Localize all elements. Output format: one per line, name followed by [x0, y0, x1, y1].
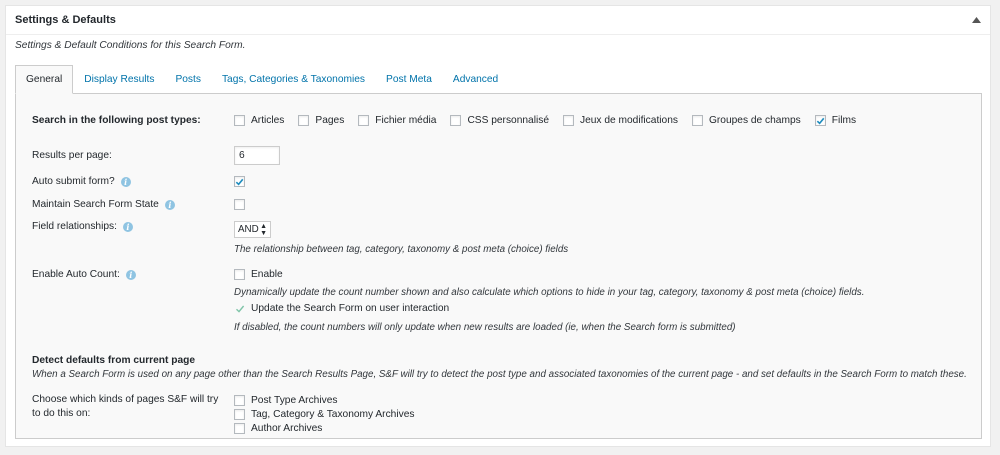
post-type-fichier-media-checkbox[interactable] [358, 115, 370, 126]
update-on-interaction-help: If disabled, the count numbers will only… [234, 322, 736, 333]
post-type-articles[interactable]: Articles [234, 115, 284, 126]
field-relationships-label: Field relationships: i [32, 221, 133, 232]
tab-post-meta[interactable]: Post Meta [376, 65, 442, 94]
settings-tabs: General Display Results Posts Tags, Cate… [15, 65, 509, 94]
post-type-pages-checkbox[interactable] [298, 115, 310, 126]
taxonomy-archives-checkbox[interactable] [234, 409, 245, 420]
box-title: Settings & Defaults [15, 14, 116, 26]
post-type-jeux-de-modifications[interactable]: Jeux de modifications [563, 115, 678, 126]
tab-general[interactable]: General [15, 65, 74, 94]
check-icon [235, 305, 244, 313]
info-icon[interactable]: i [125, 269, 136, 280]
tab-advanced[interactable]: Advanced [443, 65, 508, 94]
detect-defaults-heading: Detect defaults from current page [32, 355, 196, 366]
auto-submit-checkbox[interactable] [234, 176, 245, 187]
tab-posts[interactable]: Posts [165, 65, 210, 94]
post-type-pages[interactable]: Pages [298, 115, 344, 126]
update-on-interaction[interactable]: Update the Search Form on user interacti… [234, 303, 449, 314]
auto-count-enable[interactable]: Enable [234, 269, 283, 280]
box-description: Settings & Default Conditions for this S… [15, 40, 246, 51]
auto-submit-label: Auto submit form? i [32, 176, 131, 187]
tab-taxonomies[interactable]: Tags, Categories & Taxonomies [212, 65, 375, 94]
update-on-interaction-checkbox[interactable] [234, 304, 245, 314]
auto-count-enable-checkbox[interactable] [234, 269, 245, 280]
detect-choose-label: Choose which kinds of pages S&F will try… [32, 394, 219, 419]
detect-taxonomy-archives[interactable]: Tag, Category & Taxonomy Archives [234, 409, 414, 420]
post-types-label: Search in the following post types: [32, 115, 201, 126]
general-panel: Search in the following post types: Arti… [15, 93, 982, 439]
auto-count-label: Enable Auto Count: i [32, 269, 136, 280]
post-types-options: Articles Pages Fichier média CSS personn… [234, 115, 870, 126]
info-icon[interactable]: i [120, 176, 131, 187]
info-icon[interactable]: i [164, 199, 175, 210]
field-relationships-select[interactable]: AND ▲ ▼ [234, 221, 271, 238]
post-type-fichier-media[interactable]: Fichier média [358, 115, 436, 126]
detect-post-type-archives[interactable]: Post Type Archives [234, 395, 337, 406]
tab-display-results[interactable]: Display Results [74, 65, 164, 94]
maintain-state-label: Maintain Search Form State i [32, 199, 175, 210]
post-type-films-checkbox[interactable] [814, 115, 826, 126]
select-arrows-icon: ▲ ▼ [260, 222, 267, 237]
check-icon [816, 117, 825, 125]
author-archives-checkbox[interactable] [234, 423, 245, 434]
post-type-articles-checkbox[interactable] [234, 115, 245, 126]
maintain-state-checkbox[interactable] [234, 199, 245, 210]
post-type-jeux-checkbox[interactable] [563, 115, 574, 126]
check-icon [235, 178, 244, 186]
post-type-groupes-de-champs[interactable]: Groupes de champs [691, 115, 801, 126]
post-type-css-personnalise[interactable]: CSS personnalisé [450, 115, 549, 126]
field-relationships-help: The relationship between tag, category, … [234, 244, 569, 255]
auto-count-help: Dynamically update the count number show… [234, 287, 865, 298]
results-per-page-input[interactable]: 6 [234, 146, 280, 165]
settings-defaults-box: Settings & Defaults Settings & Default C… [5, 5, 991, 447]
info-icon[interactable]: i [122, 221, 133, 232]
results-per-page-label: Results per page: [32, 150, 112, 161]
post-type-films[interactable]: Films [814, 115, 856, 126]
box-header[interactable]: Settings & Defaults [6, 6, 990, 35]
detect-defaults-description: When a Search Form is used on any page o… [32, 369, 967, 380]
post-type-groupes-checkbox[interactable] [691, 115, 703, 126]
post-type-css-checkbox[interactable] [450, 115, 462, 126]
detect-author-archives[interactable]: Author Archives [234, 423, 322, 434]
post-type-archives-checkbox[interactable] [234, 395, 245, 406]
collapse-toggle-icon[interactable] [971, 15, 981, 25]
